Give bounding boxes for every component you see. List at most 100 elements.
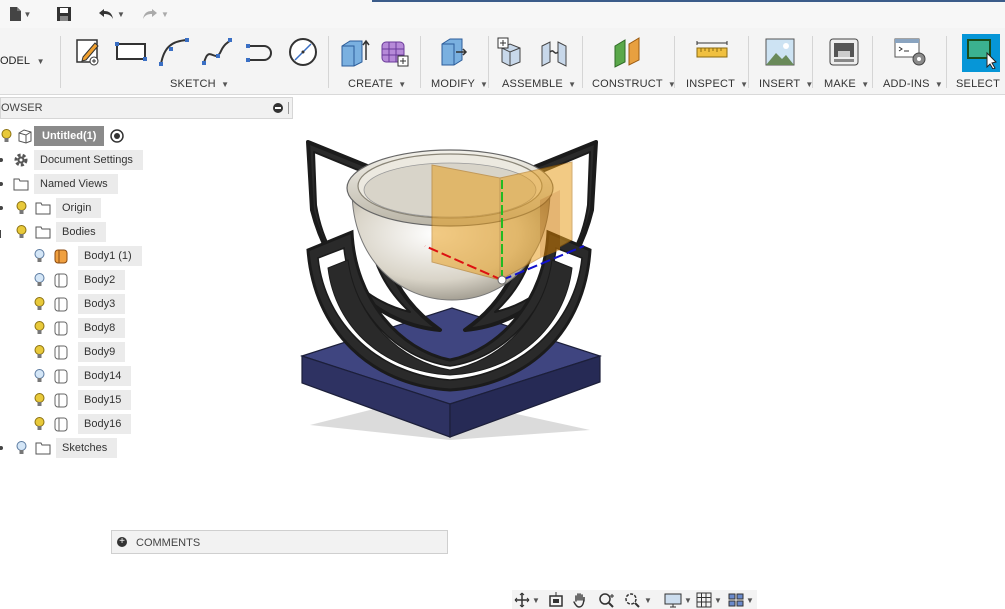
bowl-body[interactable] — [346, 149, 554, 301]
tree-item-body[interactable]: Body3 — [30, 294, 126, 314]
light-bulb-icon[interactable] — [30, 294, 48, 314]
light-bulb-off-icon[interactable] — [12, 438, 30, 458]
assemble-menu[interactable]: ASSEMBLE ▼ — [502, 78, 576, 90]
frame-back[interactable] — [306, 140, 598, 332]
pan-button[interactable] — [572, 592, 588, 608]
measure-button[interactable] — [694, 34, 730, 70]
tree-item-body[interactable]: Body14 — [30, 366, 132, 386]
light-bulb-icon[interactable] — [30, 390, 48, 410]
tree-item-label: Origin — [56, 198, 102, 218]
tree-item-body[interactable]: Body2 — [30, 270, 126, 290]
light-bulb-icon[interactable] — [30, 318, 48, 338]
frame-front[interactable] — [306, 229, 592, 392]
assemble-group: ASSEMBLE ▼ — [494, 28, 578, 94]
form-button[interactable] — [376, 34, 412, 70]
make-menu[interactable]: MAKE ▼ — [824, 78, 869, 90]
light-bulb-icon[interactable] — [12, 198, 30, 218]
tree-item-label: Body15 — [78, 390, 132, 410]
new-component-button[interactable] — [494, 34, 530, 70]
look-at-icon — [549, 592, 563, 607]
tree-item-document-settings[interactable]: Document Settings — [0, 150, 143, 170]
body-icon — [52, 246, 70, 266]
folder-icon — [12, 174, 30, 194]
file-menu-button[interactable]: ▼ — [6, 4, 34, 24]
panel-grip-icon[interactable] — [288, 102, 291, 114]
tree-item-body[interactable]: Body1 (1) — [30, 246, 142, 266]
construct-menu[interactable]: CONSTRUCT ▼ — [592, 78, 676, 90]
arc-icon — [159, 38, 189, 66]
measure-icon — [696, 41, 728, 58]
select-button[interactable] — [962, 34, 1000, 72]
spline-button[interactable] — [199, 34, 235, 70]
construction-plane[interactable] — [431, 161, 573, 281]
light-bulb-off-icon[interactable] — [30, 366, 48, 386]
folder-icon — [34, 438, 52, 458]
tree-item-body[interactable]: Body9 — [30, 342, 126, 362]
tree-item-sketches[interactable]: Sketches — [0, 438, 118, 458]
tree-item-origin[interactable]: Origin — [0, 198, 102, 218]
insert-menu[interactable]: INSERT ▼ — [759, 78, 814, 90]
scripts-button[interactable] — [892, 34, 928, 70]
browser-header: OWSER — [0, 97, 293, 119]
tree-item-body[interactable]: Body8 — [30, 318, 126, 338]
joint-button[interactable] — [536, 34, 572, 70]
gear-icon — [12, 150, 30, 170]
redo-button[interactable]: ▼ — [138, 4, 172, 24]
separator — [488, 36, 489, 88]
light-bulb-off-icon[interactable] — [30, 246, 48, 266]
add-ins-menu[interactable]: ADD-INS ▼ — [883, 78, 943, 90]
press-pull-button[interactable] — [434, 34, 470, 70]
comments-panel[interactable]: + COMMENTS — [111, 530, 448, 554]
visibility-bulb-icon[interactable] — [0, 126, 12, 146]
tree-item-label: Body1 (1) — [78, 246, 142, 266]
save-button[interactable] — [54, 4, 74, 24]
tree-item-bodies[interactable]: Bodies — [0, 222, 106, 242]
light-bulb-icon[interactable] — [30, 414, 48, 434]
expand-toggle-icon[interactable] — [0, 446, 3, 450]
expand-toggle-icon[interactable] — [0, 182, 3, 186]
slot-button[interactable] — [242, 34, 278, 70]
tree-item-named-views[interactable]: Named Views — [0, 174, 118, 194]
collapse-toggle-icon[interactable] — [0, 230, 1, 238]
offset-plane-button[interactable] — [610, 34, 646, 70]
display-settings-button[interactable]: ▼ — [664, 592, 692, 608]
extrude-button[interactable] — [336, 34, 372, 70]
fit-button[interactable]: ▼ — [624, 592, 652, 608]
select-menu[interactable]: SELECT ▼ — [956, 78, 1005, 90]
zoom-button[interactable] — [598, 592, 616, 608]
3d-print-button[interactable] — [826, 34, 862, 70]
arc-button[interactable] — [156, 34, 192, 70]
viewports-button[interactable]: ▼ — [728, 592, 754, 608]
light-bulb-icon[interactable] — [12, 222, 30, 242]
tree-item-body[interactable]: Body15 — [30, 390, 132, 410]
light-bulb-off-icon[interactable] — [30, 270, 48, 290]
add-comment-icon[interactable]: + — [117, 537, 127, 547]
tree-item-body[interactable]: Body16 — [30, 414, 132, 434]
look-at-button[interactable] — [548, 592, 564, 608]
create-sketch-button[interactable] — [70, 34, 106, 70]
body-icon — [52, 366, 70, 386]
root-component-label: Untitled(1) — [34, 126, 105, 146]
separator — [60, 36, 61, 88]
line-rectangle-button[interactable] — [113, 34, 149, 70]
sketch-menu[interactable]: SKETCH ▼ — [170, 78, 229, 90]
circle-button[interactable] — [285, 34, 321, 70]
workspace-switcher[interactable]: ODEL ▼ — [0, 55, 45, 67]
tree-root[interactable]: Untitled(1) — [0, 126, 126, 146]
expand-toggle-icon[interactable] — [0, 206, 3, 210]
orbit-button[interactable]: ▼ — [514, 592, 540, 608]
navigation-bar: ▼ ▼ ▼ ▼ ▼ — [512, 590, 757, 609]
activate-radio-icon[interactable] — [108, 126, 126, 146]
grid-settings-button[interactable]: ▼ — [696, 592, 722, 608]
undo-button[interactable]: ▼ — [94, 4, 128, 24]
tree-item-label: Body2 — [78, 270, 126, 290]
base-plate[interactable] — [300, 307, 602, 438]
insert-image-button[interactable] — [762, 34, 798, 70]
folder-icon — [34, 222, 52, 242]
inspect-menu[interactable]: INSPECT ▼ — [686, 78, 748, 90]
collapse-browser-icon[interactable] — [273, 103, 283, 113]
create-menu[interactable]: CREATE ▼ — [348, 78, 406, 90]
modify-menu[interactable]: MODIFY ▼ — [431, 78, 488, 90]
expand-toggle-icon[interactable] — [0, 158, 3, 162]
light-bulb-icon[interactable] — [30, 342, 48, 362]
